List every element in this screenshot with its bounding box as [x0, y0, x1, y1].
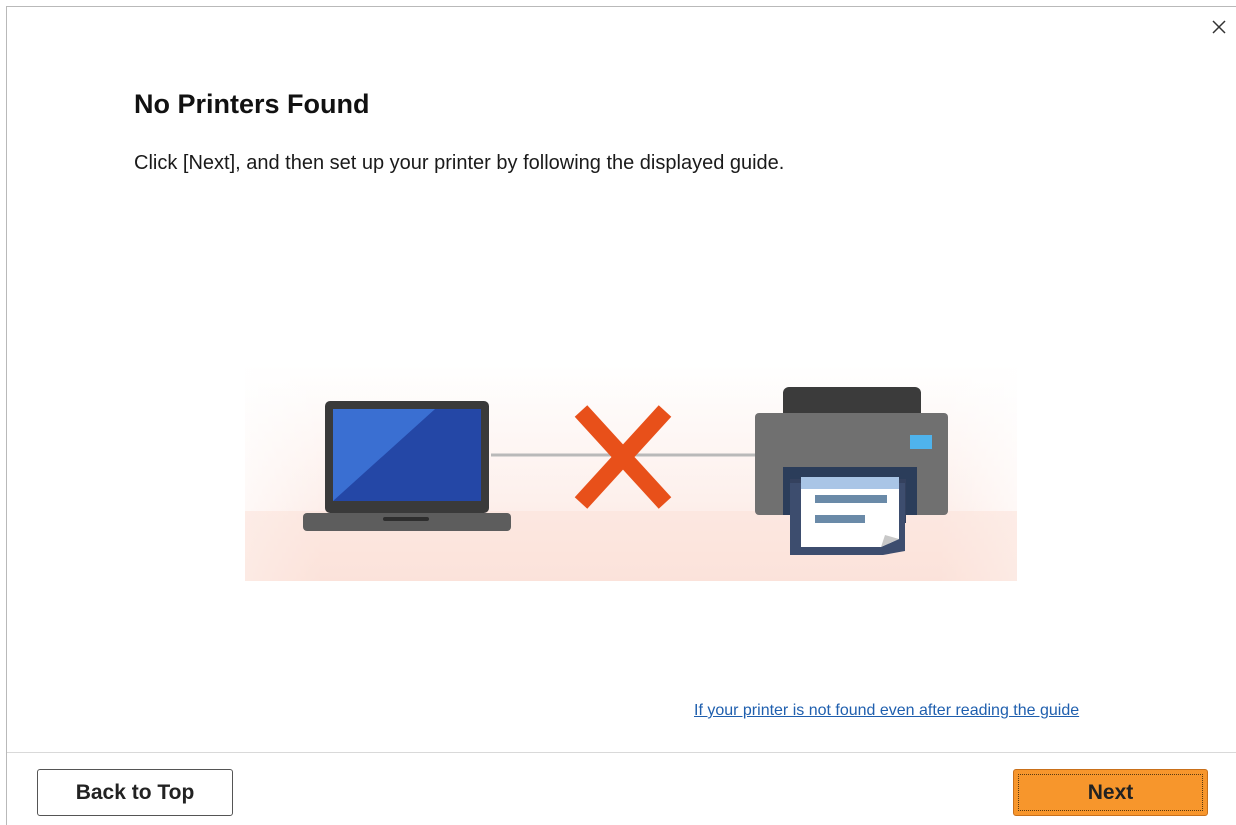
page-title: No Printers Found [134, 89, 370, 119]
instruction-text: Click [Next], and then set up your print… [134, 152, 785, 174]
close-button[interactable] [1209, 17, 1229, 37]
help-link[interactable]: If your printer is not found even after … [694, 702, 1079, 720]
setup-dialog: No Printers Found Click [Next], and then… [6, 6, 1236, 825]
footer-divider [7, 752, 1236, 753]
back-to-top-button[interactable]: Back to Top [37, 769, 233, 816]
laptop-icon [303, 401, 511, 531]
no-printer-illustration [245, 365, 1017, 581]
close-icon [1212, 20, 1226, 34]
next-button[interactable]: Next [1013, 769, 1208, 816]
next-button-label: Next [1087, 780, 1134, 804]
